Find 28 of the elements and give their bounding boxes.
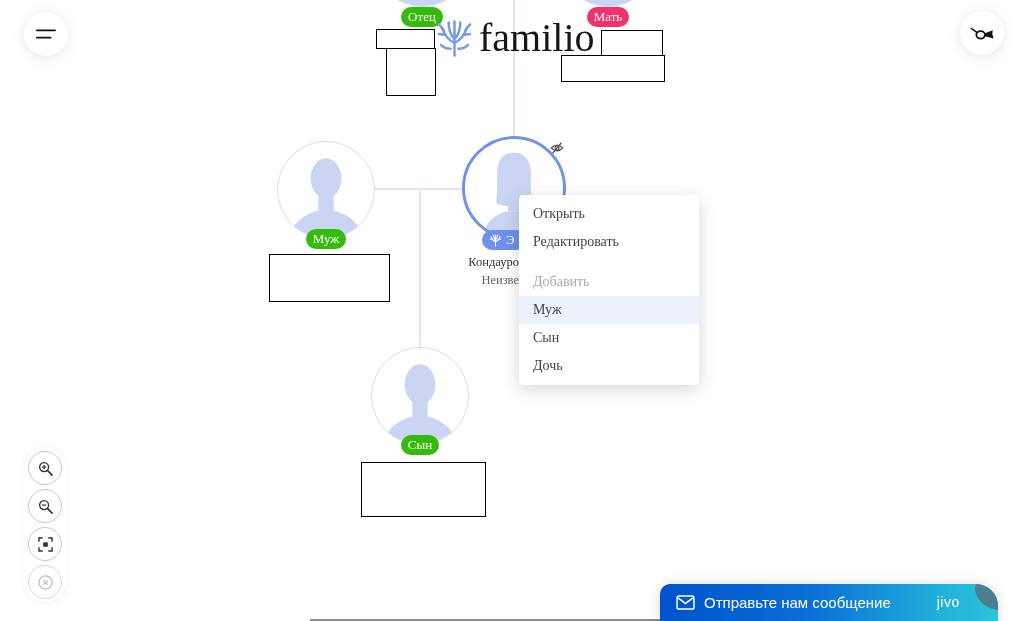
menu-button[interactable] (24, 12, 68, 56)
horn-icon (969, 26, 995, 40)
menu-item[interactable]: Сын (519, 324, 699, 352)
menu-icon (36, 29, 56, 39)
notifications-button[interactable] (960, 11, 1004, 55)
menu-section-label: Добавить (532, 273, 591, 291)
person-name: Кондауро (467, 254, 519, 271)
fit-view-icon (37, 536, 53, 552)
person-dates: Неизве (480, 272, 519, 289)
menu-item[interactable]: Муж (519, 296, 699, 324)
menu-item[interactable]: Открыть (519, 200, 699, 228)
relation-tag: Сын (400, 435, 440, 455)
zoom-out-button[interactable] (28, 489, 62, 523)
eye-slash-icon[interactable] (550, 141, 564, 155)
relation-tag: Муж (305, 229, 347, 249)
chat-bar[interactable]: Отправьте нам сообщение jivo (660, 584, 998, 621)
menu-item[interactable]: Дочь (519, 352, 699, 380)
zoom-in-icon (37, 460, 53, 476)
close-circle-icon (37, 574, 53, 590)
brand-name: jivo (936, 594, 960, 610)
relation-tag: Отец (401, 7, 443, 27)
chat-prompt[interactable]: Отправьте нам сообщение (704, 593, 891, 611)
zoom-out-icon (37, 498, 53, 514)
tree-logo-icon (437, 19, 472, 57)
fit-view-button[interactable] (28, 527, 62, 561)
zoom-in-button[interactable] (28, 451, 62, 485)
envelope-icon (676, 594, 695, 610)
relation-tag: Мать (586, 7, 630, 27)
